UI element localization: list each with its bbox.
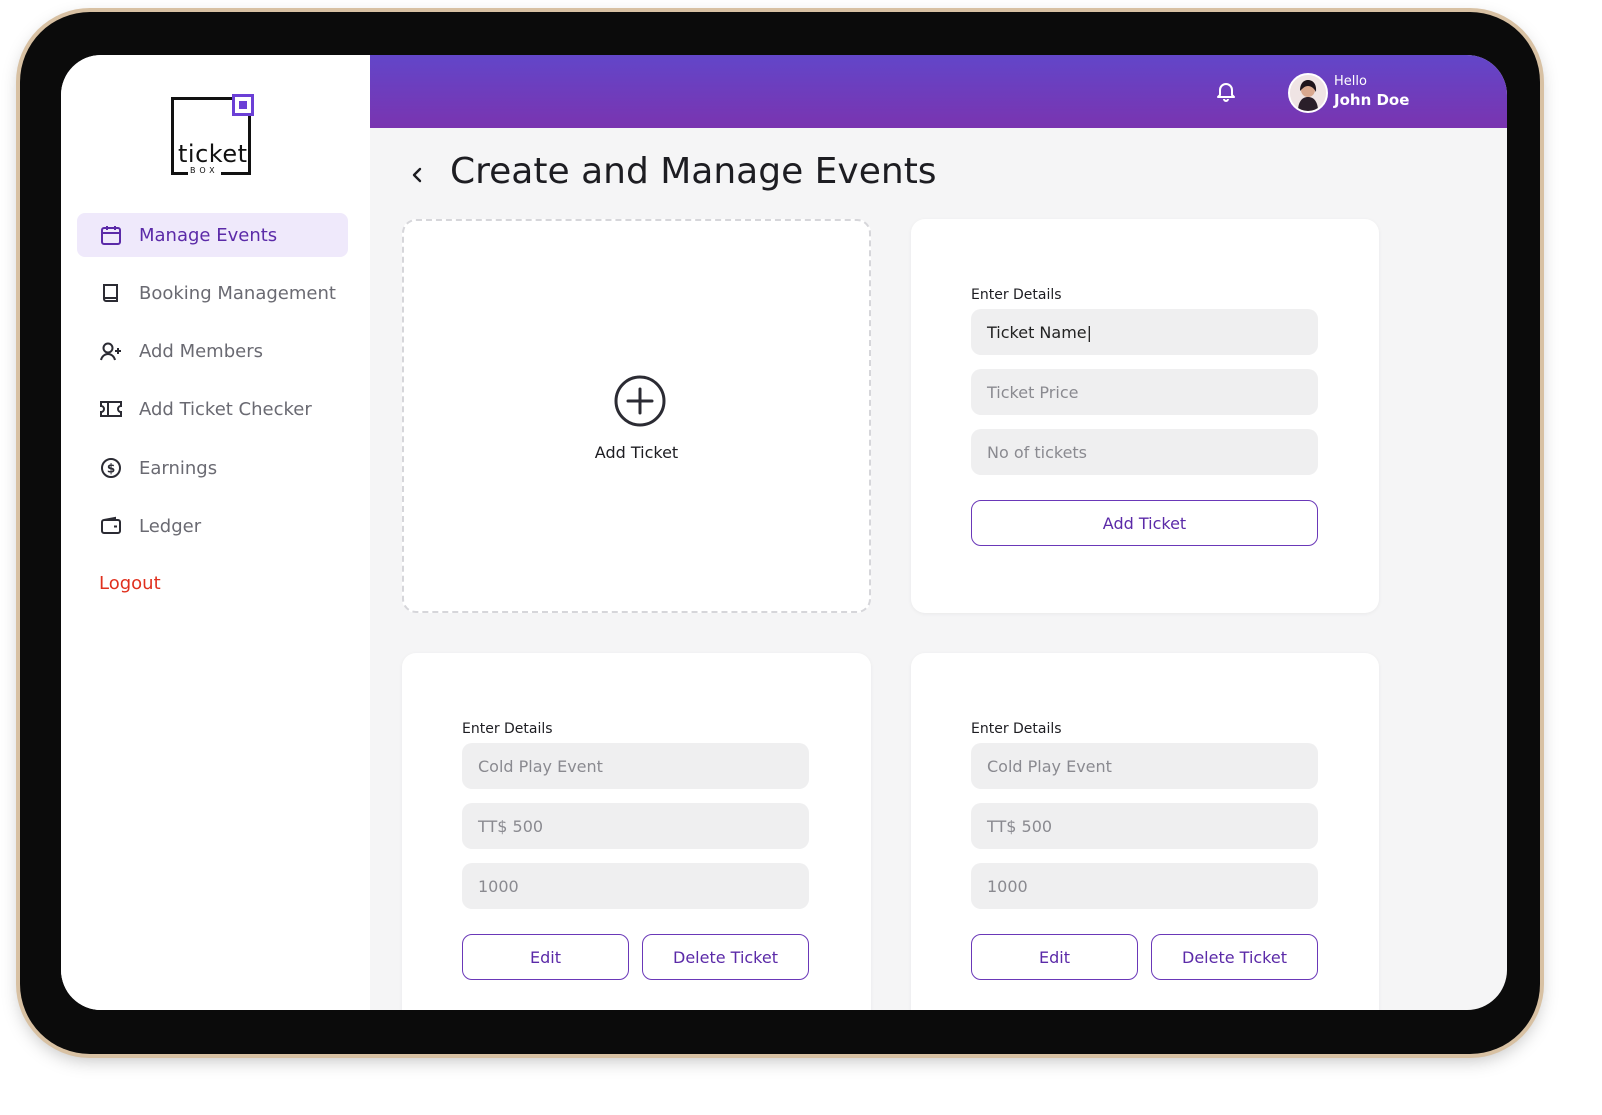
ticket-price-field[interactable]: TT$ 500 [971, 803, 1318, 849]
logo-word: ticket [178, 140, 248, 168]
no-of-tickets-input[interactable]: No of tickets [971, 429, 1318, 475]
ticket-price-field[interactable]: TT$ 500 [462, 803, 809, 849]
svg-text:$: $ [107, 462, 115, 476]
ticket-price-input[interactable]: Ticket Price [971, 369, 1318, 415]
add-user-icon [99, 339, 123, 363]
ticket-quantity-field[interactable]: 1000 [462, 863, 809, 909]
logo-square-mark [232, 94, 254, 116]
ticket-name-field[interactable]: Cold Play Event [462, 743, 809, 789]
sidebar-item-label: Add Members [139, 340, 263, 362]
ticket-quantity-field[interactable]: 1000 [971, 863, 1318, 909]
delete-ticket-button[interactable]: Delete Ticket [642, 934, 809, 980]
edit-button[interactable]: Edit [971, 934, 1138, 980]
top-header: Hello John Doe [370, 55, 1507, 128]
app-screen: ticket BOX Manage Events Booking Managem… [61, 55, 1507, 1010]
sidebar: ticket BOX Manage Events Booking Managem… [61, 55, 370, 1010]
sidebar-item-label: Add Ticket Checker [139, 398, 312, 420]
section-label: Enter Details [462, 721, 553, 737]
wallet-icon [99, 514, 123, 538]
new-ticket-form-card: Enter Details Ticket Name| Ticket Price … [911, 219, 1379, 613]
add-ticket-button[interactable]: Add Ticket [971, 500, 1318, 546]
logout-link[interactable]: Logout [99, 573, 161, 594]
chevron-left-icon[interactable] [407, 163, 427, 191]
user-name: John Doe [1334, 91, 1410, 109]
sidebar-item-label: Manage Events [139, 224, 278, 246]
sidebar-item-label: Booking Management [139, 282, 336, 304]
ticket-card: Enter Details Cold Play Event TT$ 500 10… [911, 653, 1379, 1010]
section-label: Enter Details [971, 287, 1062, 303]
plus-circle-icon[interactable] [612, 373, 668, 433]
greeting-text: Hello [1334, 74, 1367, 89]
section-label: Enter Details [971, 721, 1062, 737]
ticket-icon [99, 397, 123, 421]
sidebar-item-earnings[interactable]: $ Earnings [77, 446, 348, 490]
sidebar-item-ledger[interactable]: Ledger [77, 504, 348, 548]
sidebar-item-label: Earnings [139, 457, 218, 479]
ticket-card: Enter Details Cold Play Event TT$ 500 10… [402, 653, 871, 1010]
bell-icon[interactable] [1214, 79, 1238, 107]
page-title: Create and Manage Events [450, 151, 937, 192]
calendar-icon [99, 223, 123, 247]
add-ticket-label: Add Ticket [594, 443, 679, 462]
ticket-name-field[interactable]: Cold Play Event [971, 743, 1318, 789]
ticketbox-logo[interactable]: ticket BOX [171, 94, 254, 175]
delete-ticket-button[interactable]: Delete Ticket [1151, 934, 1318, 980]
dollar-circle-icon: $ [99, 456, 123, 480]
sidebar-item-manage-events[interactable]: Manage Events [77, 213, 348, 257]
book-icon [99, 281, 123, 305]
sidebar-item-add-members[interactable]: Add Members [77, 329, 348, 373]
ticket-name-input[interactable]: Ticket Name| [971, 309, 1318, 355]
sidebar-item-label: Ledger [139, 515, 202, 537]
logo-subword: BOX [188, 166, 221, 175]
avatar[interactable] [1288, 73, 1328, 113]
sidebar-item-booking-management[interactable]: Booking Management [77, 271, 348, 315]
sidebar-item-add-ticket-checker[interactable]: Add Ticket Checker [77, 387, 348, 431]
edit-button[interactable]: Edit [462, 934, 629, 980]
add-ticket-card[interactable]: Add Ticket [402, 219, 871, 613]
